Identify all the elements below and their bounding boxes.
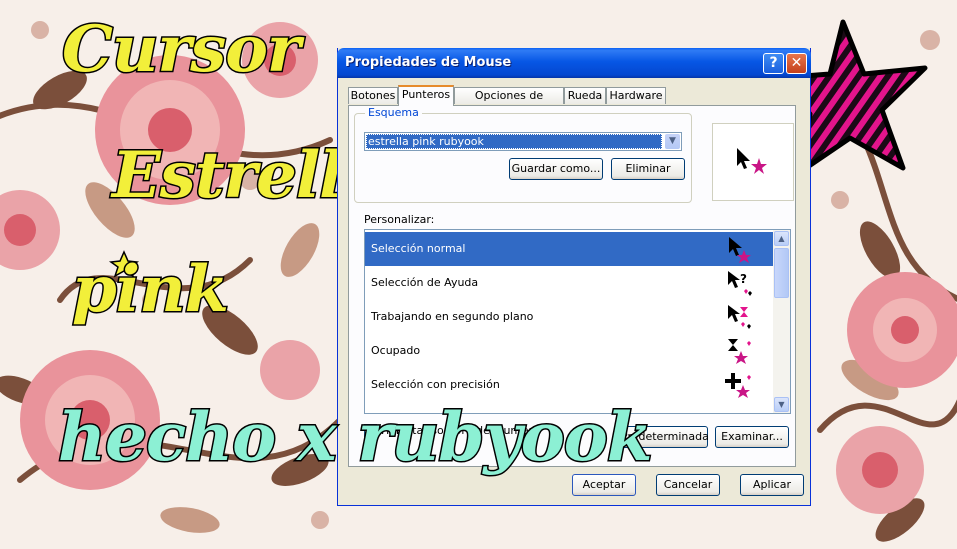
scheme-group-label: Esquema [365,106,422,119]
background-busy-cursor-icon [728,305,751,329]
arrow-star-cursor-icon [729,237,751,263]
ok-button[interactable]: Aceptar [572,474,636,496]
title-bar[interactable]: Propiedades de Mouse ? ✕ [337,48,811,78]
scroll-up-icon[interactable]: ▲ [774,231,789,246]
close-button[interactable]: ✕ [786,53,807,74]
list-item[interactable]: Trabajando en segundo plano [365,300,773,334]
cursor-list: Selección normal Selección de Ayuda ? Tr… [364,229,791,414]
cancel-button[interactable]: Cancelar [656,474,720,496]
list-item[interactable]: Selección con precisión [365,368,773,402]
cursor-preview [712,123,794,201]
tab-botones[interactable]: Botones [348,87,398,104]
overlay-title-cursor: Cursor [61,11,303,89]
customize-label: Personalizar: [364,213,435,226]
list-item[interactable]: Selección normal [365,232,773,266]
overlay-credit: hecho x rubyook [57,397,655,478]
scroll-down-icon[interactable]: ▼ [774,397,789,412]
list-item[interactable]: Selección de Ayuda ? [365,266,773,300]
browse-button[interactable]: Examinar... [715,426,789,448]
help-cursor-icon: ? [728,271,752,296]
scroll-thumb[interactable] [774,248,789,298]
tab-rueda[interactable]: Rueda [564,87,606,104]
help-icon: ? [769,55,778,71]
tab-opciones-de-puntero[interactable]: Opciones de puntero [454,87,564,118]
list-item-label: Ocupado [371,344,421,357]
list-item-label: Selección normal [371,242,466,255]
list-item-label: Selección de Ayuda [371,276,479,289]
chevron-down-icon[interactable]: ▼ [665,134,680,149]
svg-text:?: ? [740,272,747,286]
window-title: Propiedades de Mouse [345,55,512,70]
tab-punteros[interactable]: Punteros [398,85,454,106]
save-as-button[interactable]: Guardar como... [509,158,603,180]
overlay-title-pink: pink [71,251,231,329]
close-icon: ✕ [790,55,803,71]
scheme-dropdown[interactable]: estrella pink rubyook ▼ [364,132,682,151]
help-button[interactable]: ? [763,53,784,74]
list-item[interactable]: Ocupado [365,334,773,368]
hourglass-cursor-icon [728,339,751,364]
arrow-star-cursor-icon [737,148,767,174]
list-item-label: Selección con precisión [371,378,500,391]
list-scrollbar[interactable]: ▲ ▼ [773,230,790,413]
scheme-selected-value: estrella pink rubyook [366,134,662,149]
apply-button[interactable]: Aplicar [740,474,804,496]
delete-button[interactable]: Eliminar [611,158,685,180]
scheme-group: Esquema estrella pink rubyook ▼ Guardar … [354,106,692,203]
tab-hardware[interactable]: Hardware [606,87,666,104]
list-item-label: Trabajando en segundo plano [371,310,534,323]
crosshair-cursor-icon [725,373,751,398]
